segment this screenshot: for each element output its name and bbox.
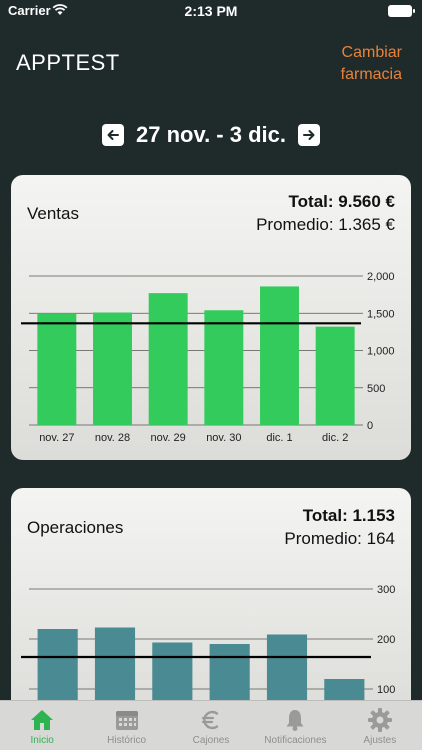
- bar: [148, 293, 188, 425]
- operations-card[interactable]: 100 200 300 Operaciones Total: 1.153 Prome…: [11, 488, 411, 718]
- tab-label: Histórico: [107, 735, 147, 746]
- x-tick-label: nov. 29: [151, 432, 186, 444]
- x-tick-label: nov. 28: [95, 432, 130, 444]
- battery-icon: [388, 5, 415, 17]
- tab-notificaciones[interactable]: Notificaciones: [253, 701, 337, 750]
- bar: [37, 313, 77, 425]
- y-tick-label: 200: [377, 634, 395, 646]
- change-pharmacy-button[interactable]: Cambiar farmacia: [302, 42, 402, 86]
- operations-average: Promedio: 164: [284, 529, 395, 548]
- next-week-button[interactable]: [297, 124, 320, 146]
- tab-label: Ajustes: [363, 735, 397, 746]
- bell-icon: [286, 710, 304, 731]
- tab-cajones[interactable]: Cajones: [169, 701, 253, 750]
- sales-card[interactable]: 0 500 1,000 1,500 2,000 nov. 27 nov. 28 nov. 29…: [11, 175, 411, 460]
- x-tick-label: nov. 30: [206, 432, 241, 444]
- app-title: APPTEST: [16, 50, 120, 75]
- arrow-right-icon: [302, 130, 315, 140]
- gear-icon: [367, 708, 392, 732]
- tab-label: Notificaciones: [264, 735, 327, 746]
- status-time: 2:13 PM: [184, 3, 238, 19]
- operations-total: Total: 1.153: [302, 506, 395, 525]
- tab-label: Cajones: [192, 735, 230, 746]
- bar: [204, 310, 244, 425]
- sales-total: Total: 9.560 €: [288, 192, 395, 211]
- bar: [260, 286, 299, 425]
- week-range-label: 27 nov. - 3 dic.: [136, 122, 286, 147]
- y-tick-label: 1,500: [367, 308, 395, 320]
- bar: [93, 312, 132, 425]
- x-tick-label: dic. 2: [322, 432, 348, 444]
- previous-week-button[interactable]: [102, 124, 124, 146]
- week-navigator: 27 nov. - 3 dic.: [0, 118, 422, 152]
- x-tick-label: nov. 27: [39, 432, 74, 444]
- tab-historico[interactable]: Histórico: [84, 701, 168, 750]
- operations-title: Operaciones: [27, 518, 124, 537]
- tab-label: Inicio: [30, 735, 54, 746]
- y-tick-label: 1,000: [367, 346, 395, 358]
- arrow-left-icon: [107, 130, 119, 140]
- y-tick-label: 100: [377, 684, 395, 696]
- y-tick-label: 0: [367, 420, 373, 432]
- x-tick-label: dic. 1: [266, 432, 292, 444]
- status-bar: Carrier 2:13 PM: [0, 0, 422, 24]
- tab-inicio[interactable]: Inicio: [0, 701, 84, 750]
- tab-ajustes[interactable]: Ajustes: [338, 701, 422, 750]
- y-tick-label: 300: [377, 584, 395, 596]
- bar: [315, 326, 355, 425]
- euro-icon: [201, 710, 219, 730]
- home-icon: [31, 710, 54, 730]
- y-tick-label: 2,000: [367, 271, 395, 283]
- tab-bar: Inicio Histórico Cajones Notificaciones …: [0, 700, 422, 750]
- calendar-icon: [115, 711, 138, 730]
- sales-average: Promedio: 1.365 €: [256, 215, 395, 234]
- y-tick-label: 500: [367, 383, 385, 395]
- sales-title: Ventas: [27, 204, 79, 223]
